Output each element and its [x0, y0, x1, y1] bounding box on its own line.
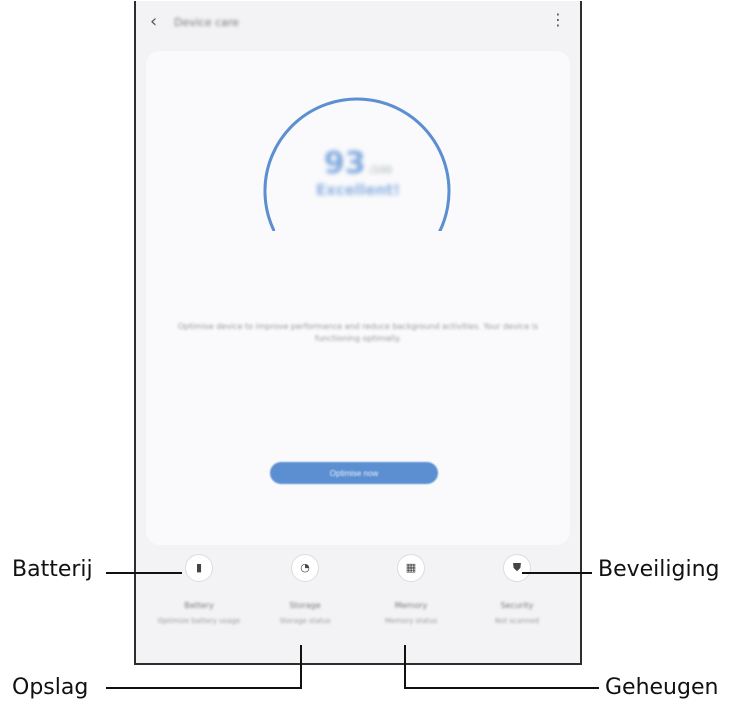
optimize-now-button[interactable]: Optimise now — [270, 462, 438, 484]
description-text: Optimise device to improve performance a… — [177, 322, 539, 343]
score-value: 93 — [323, 146, 366, 181]
leader-line-battery — [106, 572, 182, 574]
tile-name: Battery — [184, 601, 214, 610]
leader-line-storage-h — [106, 687, 302, 689]
tile-subtitle: Memory status — [384, 617, 438, 625]
back-arrow-icon[interactable]: ‹ — [150, 11, 157, 32]
memory-icon: ▦ — [397, 554, 425, 582]
leader-line-security — [522, 572, 592, 574]
shield-icon: ⛊ — [503, 554, 531, 582]
callout-security: Beveiliging — [598, 557, 720, 582]
leader-line-memory-v — [404, 645, 406, 689]
tile-subtitle: Not scanned — [495, 617, 539, 625]
callout-battery: Batterij — [12, 557, 93, 582]
leader-line-memory-h — [404, 687, 599, 689]
care-tiles: ▮ Battery Optimize battery usage ◔ Stora… — [146, 549, 570, 649]
callout-storage: Opslag — [12, 675, 89, 700]
score-unit: /100 — [369, 165, 393, 176]
score-display: 93/100 — [146, 146, 570, 181]
score-status: Excellent! — [315, 181, 401, 199]
tile-security[interactable]: ⛊ Security Not scanned — [464, 549, 570, 649]
storage-icon: ◔ — [291, 554, 319, 582]
device-care-card: 93/100 Excellent! Optimise device to imp… — [146, 51, 570, 545]
tile-subtitle: Storage status — [279, 617, 331, 625]
device-screen: ‹ Device care ⋮ 93/100 Excellent! Optimi… — [134, 1, 582, 665]
tile-name: Storage — [289, 601, 321, 610]
battery-icon: ▮ — [185, 554, 213, 582]
tile-battery[interactable]: ▮ Battery Optimize battery usage — [146, 549, 252, 649]
tile-name: Security — [500, 601, 534, 610]
tile-subtitle: Optimize battery usage — [157, 617, 241, 625]
leader-line-storage-v — [300, 645, 302, 689]
callout-memory: Geheugen — [605, 675, 719, 700]
tile-storage[interactable]: ◔ Storage Storage status — [252, 549, 358, 649]
more-options-icon[interactable]: ⋮ — [550, 12, 566, 28]
top-app-bar: ‹ Device care ⋮ — [136, 1, 580, 47]
tile-name: Memory — [394, 601, 428, 610]
page-title: Device care — [174, 16, 239, 29]
tile-memory[interactable]: ▦ Memory Memory status — [358, 549, 464, 649]
